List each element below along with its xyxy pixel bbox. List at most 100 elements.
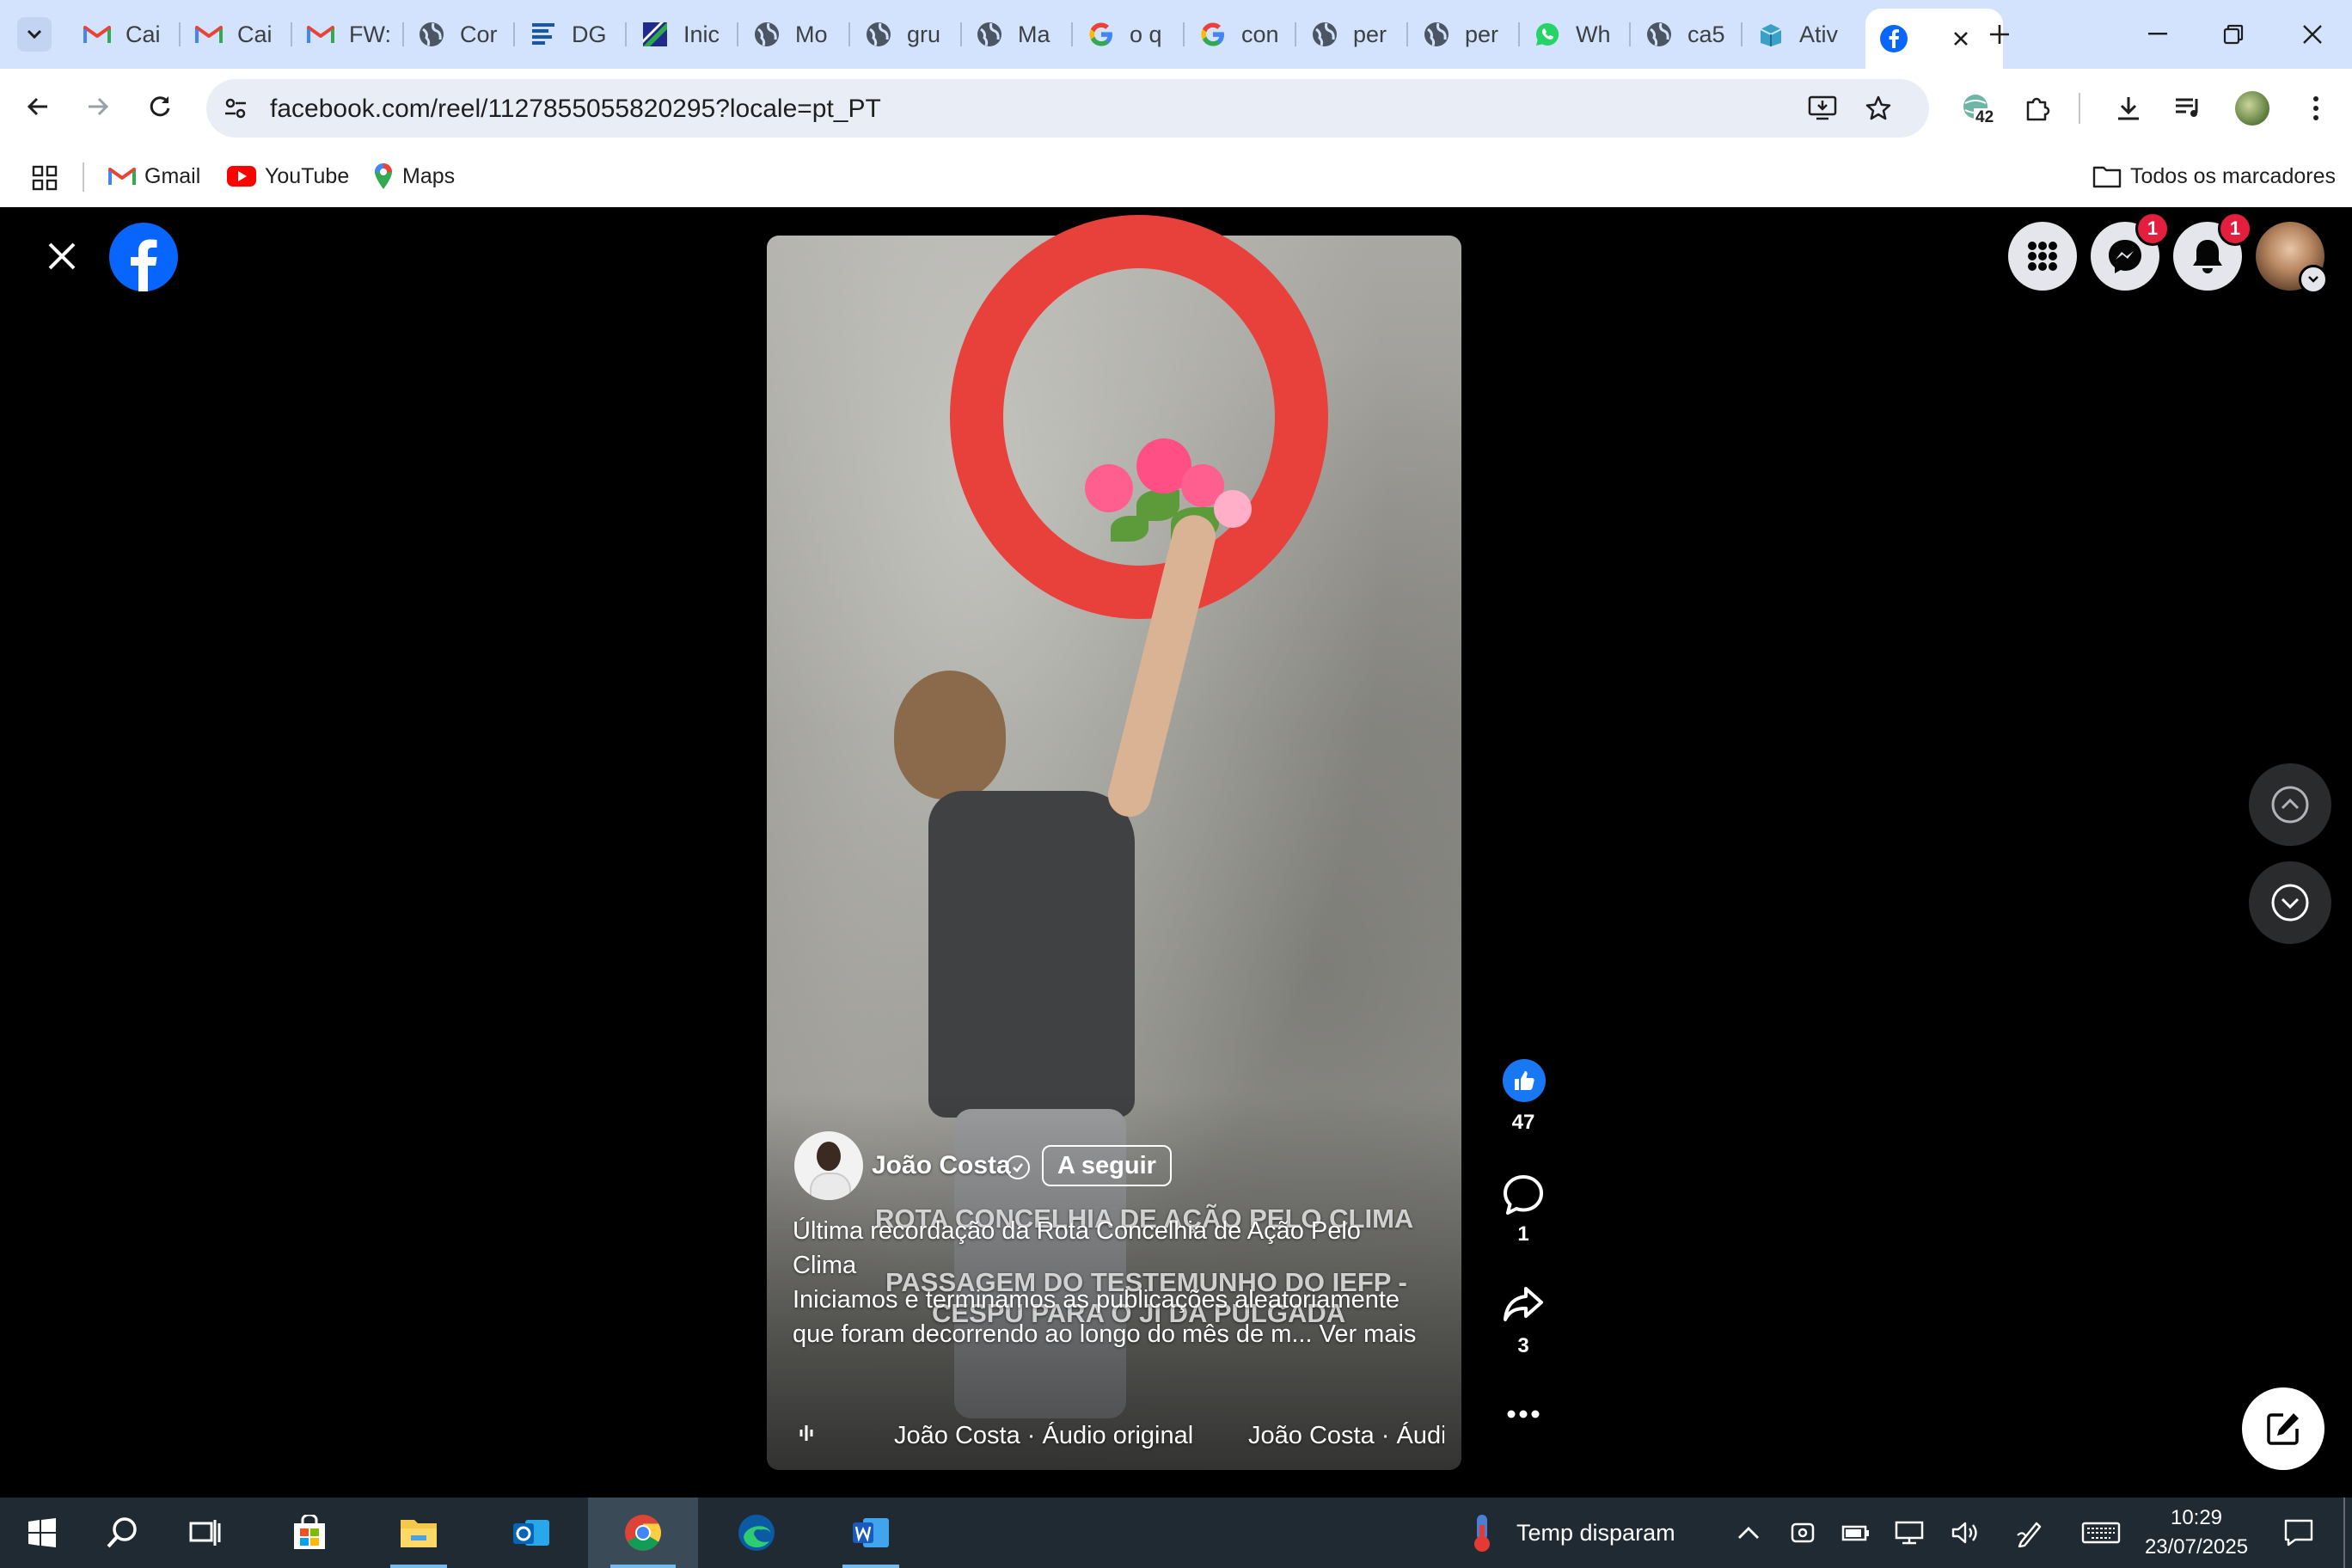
reload-button[interactable] xyxy=(141,88,179,126)
restore-button[interactable] xyxy=(2208,17,2259,52)
media-control-button[interactable] xyxy=(2168,88,2209,129)
taskbar-store[interactable] xyxy=(277,1498,342,1568)
tab-12[interactable]: per xyxy=(1296,10,1406,58)
tray-pen-button[interactable] xyxy=(2006,1498,2055,1568)
plus-icon xyxy=(1990,25,2009,44)
clock[interactable]: 10:29 23/07/2025 xyxy=(2141,1498,2252,1568)
close-viewer-button[interactable] xyxy=(38,232,86,280)
author-name[interactable]: João Costa xyxy=(872,1148,1011,1183)
tab-10[interactable]: o q xyxy=(1073,10,1183,58)
extension-button[interactable]: 42 xyxy=(1957,88,1998,129)
messenger-badge: 1 xyxy=(2135,211,2170,246)
tab-7[interactable]: Mo xyxy=(738,10,848,58)
back-button[interactable] xyxy=(19,88,57,126)
video-child-head xyxy=(894,671,1006,799)
downloads-button[interactable] xyxy=(2108,88,2149,129)
tray-meet-button[interactable] xyxy=(1781,1498,1824,1568)
start-button[interactable] xyxy=(12,1498,72,1568)
globe-icon xyxy=(417,20,446,49)
address-bar[interactable]: facebook.com/reel/1127855055820295?local… xyxy=(206,79,1929,138)
chevron-down-icon xyxy=(2308,276,2318,283)
playlist-icon xyxy=(2176,98,2198,117)
apps-button[interactable] xyxy=(28,161,62,195)
bookmarks-bar: Gmail YouTube Maps Todos os marcadores xyxy=(0,147,2352,208)
show-hidden-icons-button[interactable] xyxy=(1724,1498,1773,1568)
share-icon xyxy=(1504,1287,1543,1321)
tab-8[interactable]: gru xyxy=(850,10,960,58)
bookmark-maps[interactable]: Maps xyxy=(373,159,455,193)
tab-title: Cai xyxy=(237,21,273,47)
audio-ticker[interactable]: João Costa · Áudio original João Costa ·… xyxy=(894,1418,1444,1453)
bookmark-star-button[interactable] xyxy=(1861,91,1896,126)
tab-3[interactable]: FW: xyxy=(292,10,402,58)
all-bookmarks-folder[interactable]: Todos os marcadores xyxy=(2092,159,2336,193)
taskbar-outlook[interactable] xyxy=(497,1498,566,1568)
tab-5[interactable]: DG xyxy=(515,10,625,58)
previous-reel-button[interactable] xyxy=(2249,763,2331,846)
follow-button[interactable]: A seguir xyxy=(1042,1145,1172,1186)
tab-6[interactable]: Inic xyxy=(627,10,737,58)
show-desktop-divider[interactable] xyxy=(2343,1498,2345,1568)
bookmark-gmail[interactable]: Gmail xyxy=(108,159,200,193)
like-button[interactable] xyxy=(1503,1059,1546,1102)
share-button[interactable] xyxy=(1498,1279,1549,1331)
chrome-menu-button[interactable] xyxy=(2295,88,2337,129)
tab-13[interactable]: per xyxy=(1408,10,1518,58)
account-button[interactable] xyxy=(2256,222,2328,294)
tab-16[interactable]: Ativ xyxy=(1743,10,1853,58)
verified-icon xyxy=(1006,1155,1030,1179)
google-icon xyxy=(1198,20,1228,49)
tab-title: Inic xyxy=(683,21,720,47)
tab-1[interactable]: Cai xyxy=(69,10,179,58)
taskbar-chrome[interactable] xyxy=(588,1498,698,1568)
profile-button[interactable] xyxy=(2232,88,2273,129)
tab-search-button[interactable] xyxy=(17,17,52,52)
globe-icon xyxy=(1645,20,1674,49)
close-window-button[interactable] xyxy=(2287,17,2338,52)
search-button[interactable] xyxy=(93,1498,153,1568)
facebook-logo-icon xyxy=(109,223,178,291)
taskbar-edge[interactable] xyxy=(722,1498,791,1568)
taskbar-file-explorer[interactable] xyxy=(371,1498,466,1568)
extensions-menu-button[interactable] xyxy=(2017,88,2058,129)
install-app-button[interactable] xyxy=(1805,91,1840,126)
word-icon xyxy=(853,1518,889,1547)
gmail-icon xyxy=(108,166,136,187)
windows-logo-icon xyxy=(28,1518,56,1547)
next-reel-button[interactable] xyxy=(2249,861,2331,944)
close-tab-button[interactable] xyxy=(1948,26,1974,52)
globe-icon xyxy=(975,20,1004,49)
taskbar-word[interactable] xyxy=(824,1498,918,1568)
author-avatar[interactable] xyxy=(794,1131,863,1200)
new-tab-button[interactable] xyxy=(1982,17,2017,52)
notification-center-button[interactable] xyxy=(2273,1498,2324,1568)
menu-button[interactable] xyxy=(2008,222,2077,291)
tab-4[interactable]: Cor xyxy=(403,10,513,58)
see-more-link[interactable]: Ver mais xyxy=(1320,1320,1417,1348)
site-info-button[interactable] xyxy=(218,91,253,126)
url-text[interactable]: facebook.com/reel/1127855055820295?local… xyxy=(270,95,881,124)
tab-title: Mo xyxy=(795,21,828,47)
tray-battery-button[interactable] xyxy=(1834,1498,1877,1568)
bookmark-youtube[interactable]: YouTube xyxy=(227,159,349,193)
edge-icon xyxy=(738,1515,775,1551)
tray-keyboard-button[interactable] xyxy=(2075,1498,2127,1568)
store-icon xyxy=(294,1515,325,1549)
facebook-home-link[interactable] xyxy=(108,222,179,292)
minimize-button[interactable] xyxy=(2132,17,2184,52)
tab-15[interactable]: ca5 xyxy=(1631,10,1741,58)
tab-title: Cai xyxy=(126,21,161,47)
tray-network-button[interactable] xyxy=(1888,1498,1931,1568)
tray-volume-button[interactable] xyxy=(1945,1498,1988,1568)
tab-2[interactable]: Cai xyxy=(181,10,291,58)
tab-9[interactable]: Ma xyxy=(961,10,1071,58)
tab-14[interactable]: Wh xyxy=(1519,10,1629,58)
tab-11[interactable]: con xyxy=(1185,10,1295,58)
task-view-button[interactable] xyxy=(175,1498,236,1568)
more-options-button[interactable] xyxy=(1498,1393,1549,1436)
caption-title: Última recordação da Rota Concelhia de A… xyxy=(793,1217,1361,1279)
create-reel-button[interactable] xyxy=(2242,1387,2324,1470)
forward-button[interactable] xyxy=(79,88,117,126)
weather-widget[interactable]: Temp disparam xyxy=(1465,1498,1688,1568)
comment-button[interactable] xyxy=(1498,1169,1549,1221)
